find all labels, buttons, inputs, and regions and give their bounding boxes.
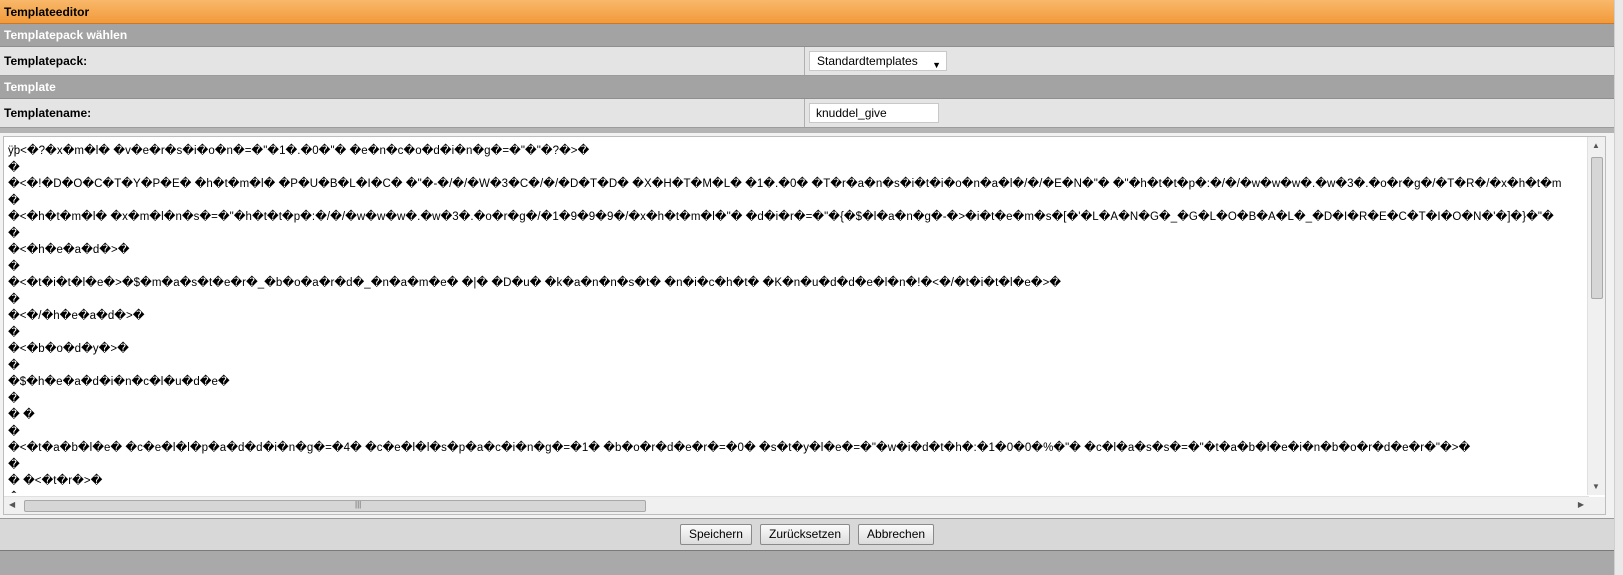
code-line: ÿþ<�?�x�m�l� �v�e�r�s�i�o�n�=�"�1�.�0�"�… <box>8 145 590 157</box>
window-title: Templateeditor <box>0 0 1614 24</box>
templatepack-row: Templatepack: Standardtemplates ▼ <box>0 47 1614 76</box>
code-line: � <box>8 490 1588 494</box>
button-bar: Speichern Zurücksetzen Abbrechen <box>0 518 1614 551</box>
templatepack-select[interactable]: Standardtemplates ▼ <box>809 51 947 71</box>
code-line: � <box>8 326 20 339</box>
page-scrollbar[interactable] <box>1614 0 1623 575</box>
scroll-down-icon[interactable]: ▼ <box>1592 482 1600 491</box>
template-editor-window: Templateeditor Templatepack wählen Templ… <box>0 0 1614 575</box>
vertical-scroll-thumb[interactable] <box>1591 157 1603 299</box>
cancel-button[interactable]: Abbrechen <box>858 524 935 545</box>
code-line: �<�t�i�t�l�e�>�$�m�a�s�t�e�r�_�b�o�a�r�d… <box>8 277 1062 289</box>
templatename-row: Templatename: <box>0 99 1614 128</box>
editor-container: ÿþ<�?�x�m�l� �v�e�r�s�i�o�n�=�"�1�.�0�"�… <box>0 133 1614 518</box>
code-line: � <box>8 161 20 174</box>
templatepack-value-cell: Standardtemplates ▼ <box>805 47 1614 75</box>
save-button[interactable]: Speichern <box>679 524 752 545</box>
section-header-templatepack: Templatepack wählen <box>0 24 1614 47</box>
code-line: � <box>8 392 20 405</box>
footer-bar <box>0 551 1614 575</box>
horizontal-scrollbar[interactable]: ◀ ||| ▶ <box>4 496 1589 514</box>
code-line: � <box>8 293 20 306</box>
grip-icon: ||| <box>355 500 362 509</box>
code-line: �<�b�o�d�y�>� <box>8 343 129 355</box>
code-lines[interactable]: ÿþ<�?�x�m�l� �v�e�r�s�i�o�n�=�"�1�.�0�"�… <box>8 143 1588 493</box>
code-line: � <box>8 359 20 372</box>
scrollbar-corner <box>1588 497 1605 514</box>
code-line: � � <box>8 409 35 421</box>
templatename-input[interactable] <box>809 103 939 123</box>
code-line: �<�!�D�O�C�T�Y�P�E� �h�t�m�l� �P�U�B�L�I… <box>8 178 1562 190</box>
template-code-editor[interactable]: ÿþ<�?�x�m�l� �v�e�r�s�i�o�n�=�"�1�.�0�"�… <box>3 136 1606 515</box>
code-line: � <box>8 227 20 240</box>
code-line: �<�/�h�e�a�d�>� <box>8 310 145 322</box>
templatename-label: Templatename: <box>0 99 805 127</box>
vertical-scrollbar[interactable]: ▲ ▼ <box>1587 137 1605 495</box>
reset-button[interactable]: Zurücksetzen <box>759 524 851 545</box>
scroll-left-icon[interactable]: ◀ <box>9 500 15 509</box>
scroll-right-icon[interactable]: ▶ <box>1578 500 1584 509</box>
code-line: � <box>8 194 20 207</box>
code-line: � <box>8 260 20 273</box>
templatename-value-cell <box>805 99 1614 127</box>
code-line: � <box>8 425 20 438</box>
templatepack-selected-value: Standardtemplates <box>817 54 918 68</box>
scroll-up-icon[interactable]: ▲ <box>1592 141 1600 150</box>
code-line: �<�h�t�m�l� �x�m�l�n�s�=�"�h�t�t�p�:�/�/… <box>8 211 1554 223</box>
templatepack-label: Templatepack: <box>0 47 805 75</box>
code-line: �<�h�e�a�d�>� <box>8 244 130 256</box>
horizontal-scroll-thumb[interactable]: ||| <box>24 500 646 512</box>
chevron-down-icon: ▼ <box>932 60 941 70</box>
section-header-template: Template <box>0 76 1614 99</box>
code-line: �$�h�e�a�d�i�n�c�l�u�d�e� <box>8 376 230 388</box>
code-line: �<�t�a�b�l�e� �c�e�l�l�p�a�d�d�i�n�g�=�4… <box>8 442 1471 454</box>
code-line: � <box>8 458 20 471</box>
code-line: � �<�t�r�>� <box>8 475 103 487</box>
